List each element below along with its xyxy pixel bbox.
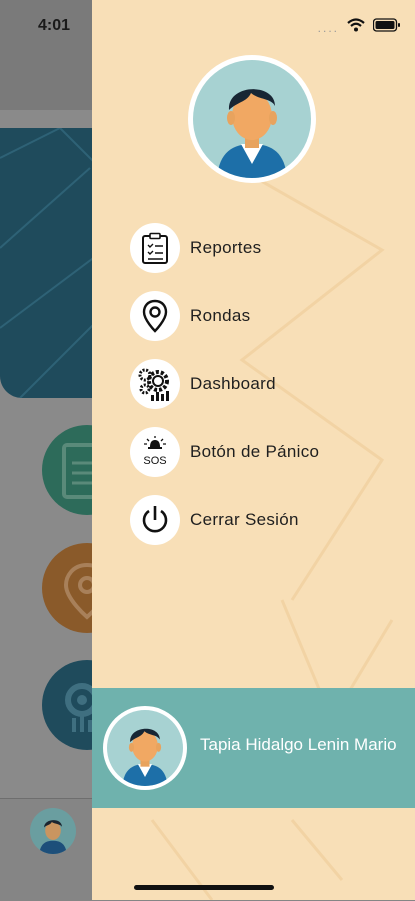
location-pin-icon bbox=[130, 291, 180, 341]
status-time: 4:01 bbox=[38, 17, 71, 34]
profile-avatar[interactable] bbox=[188, 55, 316, 183]
battery-icon bbox=[372, 18, 401, 37]
clipboard-icon bbox=[130, 223, 180, 273]
home-indicator bbox=[134, 885, 274, 890]
wifi-icon bbox=[347, 18, 365, 37]
user-avatar-icon bbox=[107, 710, 183, 786]
background-tab-avatar bbox=[30, 808, 76, 854]
menu-item-cerrar-sesion[interactable]: Cerrar Sesión bbox=[130, 494, 319, 546]
user-name: Tapia Hidalgo Lenin Mario bbox=[200, 735, 397, 754]
sos-alarm-icon: SOS bbox=[130, 427, 180, 477]
gears-chart-icon bbox=[130, 359, 180, 409]
menu-label-boton-de-panico: Botón de Pánico bbox=[190, 442, 320, 461]
power-icon bbox=[130, 495, 180, 545]
menu-item-reportes[interactable]: Reportes bbox=[130, 222, 319, 274]
menu-item-rondas[interactable]: Rondas bbox=[130, 290, 319, 342]
footer-avatar bbox=[103, 706, 187, 790]
menu-item-boton-de-panico[interactable]: SOS Botón de Pánico bbox=[130, 426, 319, 478]
status-icons: .... bbox=[318, 18, 401, 37]
menu-item-dashboard[interactable]: Dashboard bbox=[130, 358, 319, 410]
svg-text:SOS: SOS bbox=[143, 455, 166, 467]
user-avatar-icon bbox=[193, 60, 311, 178]
menu-label-rondas: Rondas bbox=[190, 306, 251, 325]
menu-label-cerrar-sesion: Cerrar Sesión bbox=[190, 510, 299, 529]
drawer-user-footer[interactable]: Tapia Hidalgo Lenin Mario bbox=[92, 688, 415, 808]
drawer-menu: Reportes Rondas Dashboard SOS Botón de P… bbox=[130, 222, 319, 562]
signal-dots: .... bbox=[317, 20, 339, 35]
menu-label-reportes: Reportes bbox=[190, 238, 262, 257]
side-drawer: .... Reportes Rondas Dashboard SOS Botón… bbox=[92, 0, 415, 900]
menu-label-dashboard: Dashboard bbox=[190, 374, 276, 393]
